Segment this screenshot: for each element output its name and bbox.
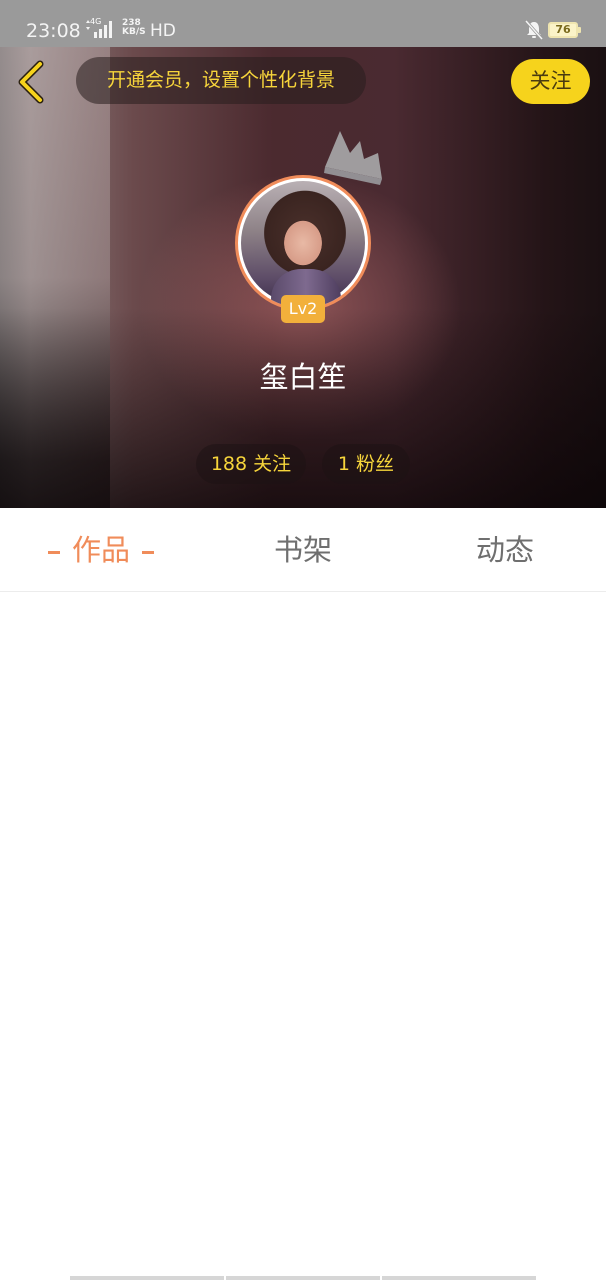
- tab-content-area: [0, 593, 606, 1263]
- nav-hint-segment: [226, 1276, 380, 1280]
- tab-works-label: 作品: [71, 533, 130, 567]
- network-speed: 238 KB/S: [122, 18, 146, 37]
- nav-hint-segment: [70, 1276, 224, 1280]
- profile-header: 开通会员，设置个性化背景 关注 Lv2 玺白笙 188 关注 1 粉丝: [0, 47, 606, 508]
- tab-bookshelf[interactable]: 书架: [202, 508, 404, 592]
- tab-bookshelf-label: 书架: [273, 533, 332, 567]
- fans-count[interactable]: 1 粉丝: [322, 444, 410, 484]
- profile-tabs: 作品 书架 动态: [0, 508, 606, 592]
- avatar-image: [241, 181, 365, 308]
- following-count[interactable]: 188 关注: [196, 444, 306, 484]
- level-badge: Lv2: [281, 295, 325, 323]
- bell-off-icon: [525, 20, 543, 40]
- active-dash-left: [47, 550, 60, 554]
- vip-background-prompt[interactable]: 开通会员，设置个性化背景: [76, 57, 366, 104]
- network-type: 4G: [90, 17, 102, 26]
- status-bar: 23:08 4G 238 KB/S HD 76: [0, 0, 606, 47]
- username: 玺白笙: [259, 360, 347, 394]
- tab-moments-label: 动态: [475, 533, 534, 567]
- avatar[interactable]: [235, 175, 371, 311]
- background-fade-bottom: [0, 308, 606, 508]
- hd-indicator: HD: [150, 21, 176, 41]
- chevron-left-icon[interactable]: [14, 60, 50, 104]
- tab-moments[interactable]: 动态: [404, 508, 606, 592]
- tab-works[interactable]: 作品: [0, 508, 202, 592]
- battery-icon: 76: [548, 22, 581, 38]
- active-dash-right: [142, 550, 154, 554]
- navigation-hint-bar: [70, 1276, 536, 1280]
- status-time: 23:08: [26, 20, 81, 42]
- nav-hint-segment: [382, 1276, 536, 1280]
- follow-button[interactable]: 关注: [511, 59, 590, 104]
